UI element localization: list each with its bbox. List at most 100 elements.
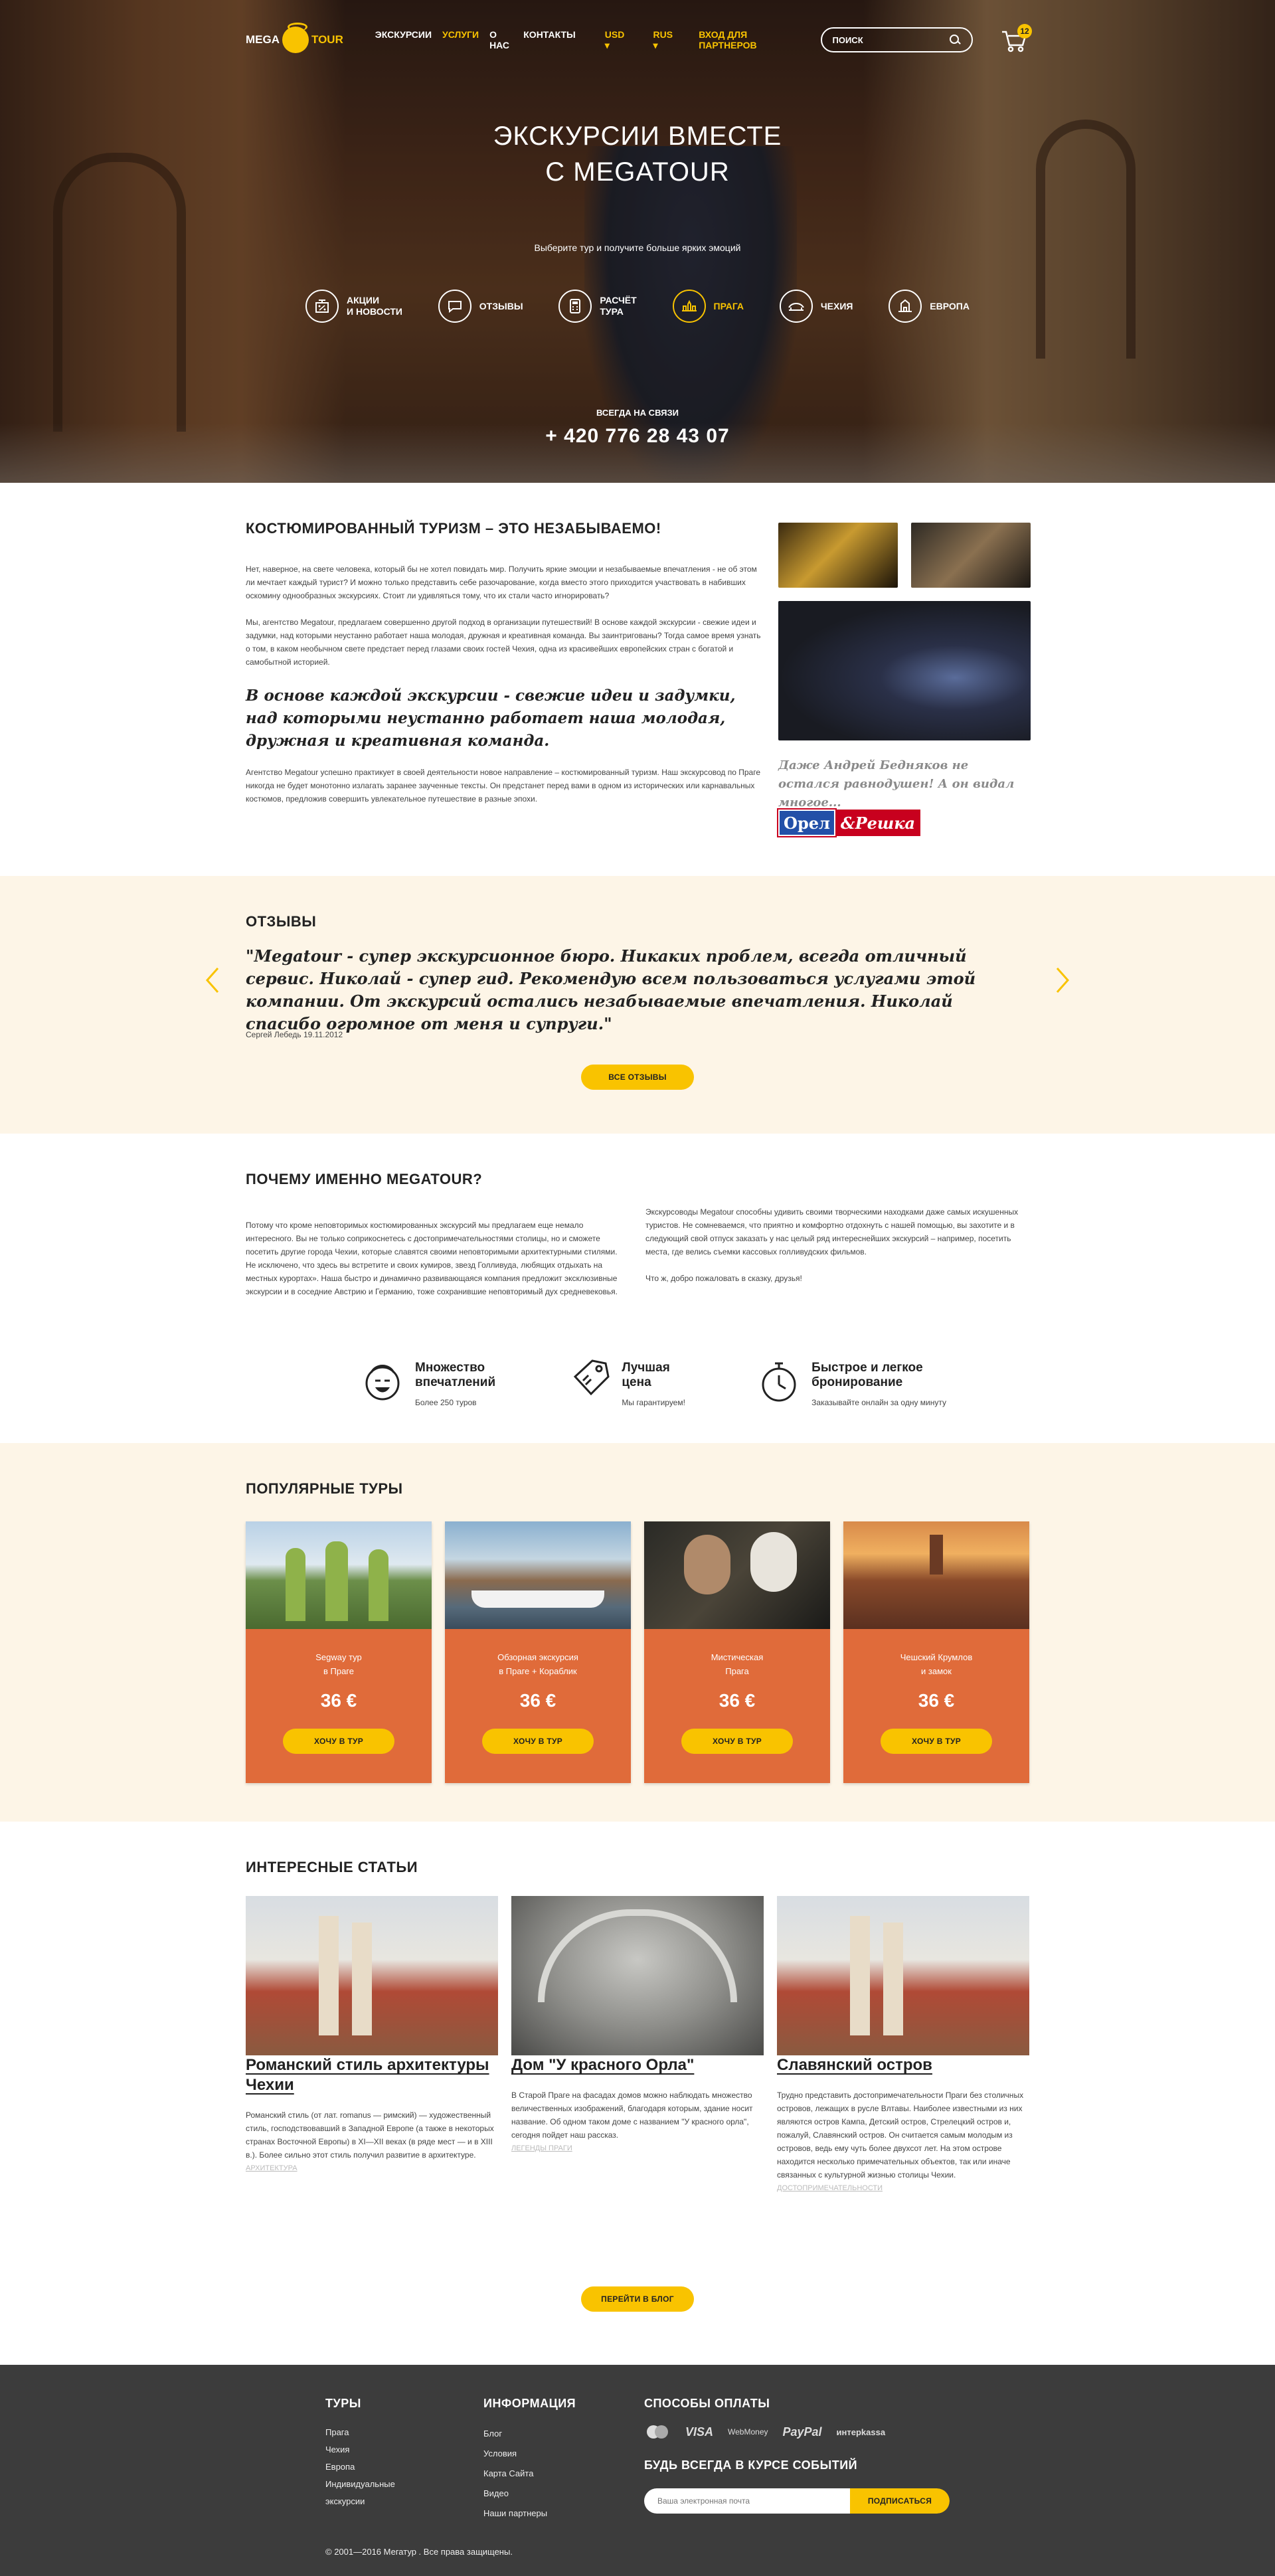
article-title[interactable]: Славянский остров [777,2056,932,2074]
footer-info: ИНФОРМАЦИЯ Блог Условия Карта Сайта Виде… [483,2397,576,2518]
why-section: ПОЧЕМУ ИМЕННО MEGATOUR? Потому что кроме… [246,1134,1029,1443]
intro-paragraph: Агентство Megatour успешно практикует в … [246,768,760,804]
want-tour-button[interactable]: ХОЧУ В ТУР [283,1729,394,1754]
article-image[interactable] [511,1896,764,2055]
go-to-blog-button[interactable]: ПЕРЕЙТИ В БЛОГ [581,2286,694,2312]
subscribe-button[interactable]: ПОДПИСАТЬСЯ [850,2488,950,2514]
paypal-icon: PayPal [782,2425,822,2439]
why-text-right: Что ж, добро пожаловать в сказку, друзья… [645,1274,802,1283]
footer-link[interactable]: Европа [325,2462,355,2472]
partner-login-link[interactable]: ВХОД ДЛЯ ПАРТНЕРОВ [699,29,804,50]
tour-price: 36 € [519,1690,556,1711]
prev-review-button[interactable] [203,967,222,993]
smiley-face-icon [365,1365,400,1401]
intro-section: КОСТЮМИРОВАННЫЙ ТУРИЗМ – ЭТО НЕЗАБЫВАЕМО… [246,483,1031,876]
top-nav: MEGA TOUR ЭКСКУРСИИ УСЛУГИ О НАС КОНТАКТ… [0,0,1275,80]
articles-grid: Романский стиль архитектуры Чехии Романс… [246,1896,1029,2193]
footer-link[interactable]: Видео [483,2488,509,2498]
search-icon[interactable] [949,34,961,46]
photo-thumbnail[interactable] [778,523,898,588]
search-input[interactable] [832,35,950,45]
article-image[interactable] [246,1896,498,2055]
footer-link[interactable]: Индивидуальные экскурсии [325,2479,395,2506]
feature-impressions: Множество впечатлений Более 250 туров [362,1357,495,1407]
quick-link-prague[interactable]: ПРАГА [672,290,744,323]
all-reviews-button[interactable]: ВСЕ ОТЗЫВЫ [581,1065,694,1090]
cart-button[interactable]: 12 [1001,24,1033,54]
tour-card[interactable]: Обзорная экскурсия в Праге + Кораблик 36 … [445,1521,631,1783]
reviews-title: ОТЗЫВЫ [246,913,317,930]
hero-subtitle: Выберите тур и получите больше ярких эмо… [534,242,741,253]
search-box [820,27,974,52]
hero-title: ЭКСКУРСИИ ВМЕСТЕ С MEGATOUR [493,122,782,187]
why-text-left: Потому что кроме неповторимых костюмиров… [246,1221,618,1296]
language-select[interactable]: RUS [653,29,679,51]
article-title[interactable]: Дом "У красного Орла" [511,2056,694,2074]
next-review-button[interactable] [1053,967,1072,993]
quick-link-calculate[interactable]: РАСЧЁТ ТУРА [558,290,637,323]
tours-title: ПОПУЛЯРНЫЕ ТУРЫ [246,1480,403,1497]
footer-link[interactable]: Прага [325,2427,349,2437]
price-tag-icon [574,1359,610,1396]
tour-image [445,1521,631,1629]
articles-title: ИНТЕРЕСНЫЕ СТАТЬИ [246,1859,418,1875]
reviews-section: ОТЗЫВЫ "Megatour - супер экскурсионное б… [0,876,1275,1134]
footer-link[interactable]: Наши партнеры [483,2508,547,2518]
footer-link[interactable]: Карта Сайта [483,2468,533,2478]
footer-payments: СПОСОБЫ ОПЛАТЫ VISA WebMoney PayPal инте… [644,2397,976,2514]
article-tag[interactable]: АРХИТЕКТУРА [246,2164,298,2172]
tour-card[interactable]: Мистическая Прага 36 € ХОЧУ В ТУР [644,1521,830,1783]
currency-language: USD RUS [605,29,679,51]
reviews-icon [438,290,471,323]
logo[interactable]: MEGA TOUR [246,20,355,60]
footer-link[interactable]: Чехия [325,2445,349,2454]
articles-section: ИНТЕРЕСНЫЕ СТАТЬИ Романский стиль архите… [246,1822,1029,2365]
tour-card[interactable]: Segway тур в Праге 36 € ХОЧУ В ТУР [246,1521,432,1783]
sun-logo-icon [282,23,309,53]
want-tour-button[interactable]: ХОЧУ В ТУР [881,1729,992,1754]
visa-icon: VISA [685,2425,714,2439]
quick-link-europe[interactable]: ЕВРОПА [889,290,970,323]
feature-fast-booking: Быстрое и легкое бронирование Заказывайте… [758,1357,946,1407]
menu-item-excursions[interactable]: ЭКСКУРСИИ [375,29,432,50]
tour-image [246,1521,432,1629]
intro-paragraph: Нет, наверное, на свете человека, которы… [246,564,757,600]
percent-icon [305,290,339,323]
article-tag[interactable]: ЛЕГЕНДЫ ПРАГИ [511,2144,572,2152]
cart-count-badge: 12 [1017,24,1033,39]
newsletter-form: ПОДПИСАТЬСЯ [644,2488,950,2514]
footer-link[interactable]: Блог [483,2429,502,2439]
footer: ТУРЫ Прага Чехия Европа Индивидуальные эк… [0,2365,1275,2576]
tour-card[interactable]: Чешский Крумлов и замок 36 € ХОЧУ В ТУР [843,1521,1029,1783]
email-field[interactable] [644,2488,850,2514]
hero-quick-links: АКЦИИ И НОВОСТИ ОТЗЫВЫ РАСЧЁТ ТУРА ПРАГА Ч… [0,290,1275,323]
quick-link-reviews[interactable]: ОТЗЫВЫ [438,290,523,323]
tours-grid: Segway тур в Праге 36 € ХОЧУ В ТУР Обзорн… [246,1521,1029,1783]
czech-icon [779,290,813,323]
tour-image [644,1521,830,1629]
photo-thumbnail[interactable] [911,523,1031,588]
hero-phone[interactable]: + 420 776 28 43 07 [0,425,1275,448]
article-text: Романский стиль (от лат. romanus — римск… [246,2110,494,2160]
why-title: ПОЧЕМУ ИМЕННО MEGATOUR? [246,1171,483,1187]
side-quote: Даже Андрей Бедняков не остался равнодуш… [778,758,1015,810]
photo-main[interactable] [778,601,1031,740]
calculator-icon [558,290,592,323]
article-tag[interactable]: ДОСТОПРИМЕЧАТЕЛЬНОСТИ [777,2184,883,2192]
intro-quote: В основе каждой экскурсии - свежие идеи … [246,687,736,750]
main-menu: ЭКСКУРСИИ УСЛУГИ О НАС КОНТАКТЫ [375,29,576,50]
currency-select[interactable]: USD [605,29,631,51]
article-image[interactable] [777,1896,1029,2055]
quick-link-promo[interactable]: АКЦИИ И НОВОСТИ [305,290,402,323]
tour-image [843,1521,1029,1629]
want-tour-button[interactable]: ХОЧУ В ТУР [681,1729,793,1754]
article-title[interactable]: Романский стиль архитектуры Чехии [246,2056,489,2094]
article-card: Дом "У красного Орла" В Старой Праге на … [511,1896,764,2193]
menu-item-about[interactable]: О НАС [489,29,513,50]
footer-link[interactable]: Условия [483,2448,517,2458]
menu-item-contacts[interactable]: КОНТАКТЫ [523,29,575,50]
want-tour-button[interactable]: ХОЧУ В ТУР [482,1729,594,1754]
menu-item-services[interactable]: УСЛУГИ [442,29,479,50]
review-author: Сергей Лебедь 19.11.2012 [246,1030,343,1039]
quick-link-czech[interactable]: ЧЕХИЯ [779,290,853,323]
